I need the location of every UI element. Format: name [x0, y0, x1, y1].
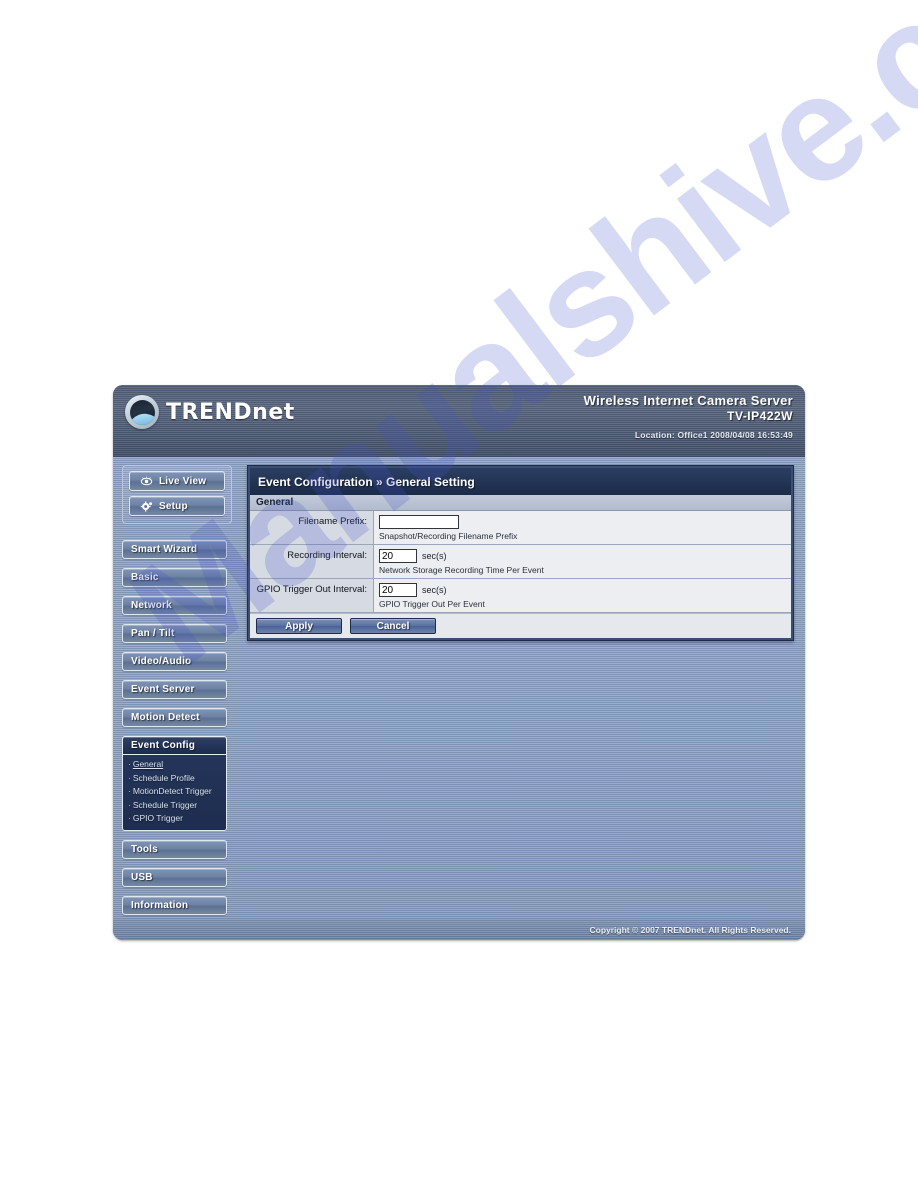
sidebar-item-label: USB — [131, 871, 153, 883]
sidebar-item-label: Setup — [159, 500, 188, 512]
sidebar-submenu-event-config: · General · Schedule Profile · MotionDetect… — [122, 755, 227, 831]
device-ui-shell: TRENDnet Wireless Internet Camera Server… — [113, 385, 805, 940]
page-title: Event Configuration » General Setting — [250, 468, 791, 495]
field-area: sec(s) Network Storage Recording Time Pe… — [374, 545, 791, 578]
submenu-item-schedule-profile[interactable]: · Schedule Profile — [128, 772, 226, 786]
recording-interval-input[interactable] — [379, 549, 417, 563]
settings-panel: Event Configuration » General Setting Ge… — [247, 465, 794, 641]
gear-icon — [140, 500, 153, 512]
submenu-item-motiondetect-trigger[interactable]: · MotionDetect Trigger — [128, 785, 226, 799]
sidebar-item-label: Smart Wizard — [131, 544, 198, 555]
field-label: Filename Prefix: — [250, 511, 374, 544]
page-footer: Copyright © 2007 TRENDnet. All Rights Re… — [113, 919, 805, 940]
filename-prefix-input[interactable] — [379, 515, 459, 529]
banner-info: Wireless Internet Camera Server TV-IP422… — [584, 393, 793, 440]
bullet-icon: · — [128, 759, 131, 769]
sidebar-item-motion-detect[interactable]: Motion Detect — [122, 708, 227, 727]
sidebar-item-usb[interactable]: USB — [122, 867, 227, 887]
sidebar-nav: Live View Setup Smart Wizard Basic Netwo… — [113, 457, 244, 919]
eye-icon — [140, 475, 153, 485]
sidebar-item-label: Video/Audio — [131, 656, 192, 667]
main-content: Event Configuration » General Setting Ge… — [244, 457, 805, 919]
field-label: GPIO Trigger Out Interval: — [250, 579, 374, 612]
page-title-text: Event Configuration » General Setting — [258, 474, 475, 489]
submenu-item-label: Schedule Trigger — [132, 799, 198, 810]
sidebar-item-label: Pan / Tilt — [131, 628, 175, 639]
sidebar-item-label: Network — [131, 600, 172, 611]
sidebar-item-label: Basic — [131, 572, 159, 583]
sidebar-item-label: Information — [131, 899, 189, 911]
field-unit: sec(s) — [422, 585, 447, 595]
submenu-item-schedule-trigger[interactable]: · Schedule Trigger — [128, 799, 226, 813]
brand-name-lower: net — [252, 399, 295, 425]
location-datetime: Location: Office1 2008/04/08 16:53:49 — [634, 430, 793, 440]
camera-web-page: TRENDnet Wireless Internet Camera Server… — [113, 385, 805, 940]
submenu-item-label: MotionDetect Trigger — [132, 786, 212, 796]
sidebar-item-label: Tools — [131, 843, 158, 855]
copyright-text: Copyright © 2007 TRENDnet. All Rights Re… — [589, 924, 792, 935]
cancel-button[interactable]: Cancel — [350, 618, 436, 634]
field-hint: Snapshot/Recording Filename Prefix — [379, 531, 518, 541]
brand-name: TRENDnet — [166, 400, 295, 425]
sidebar-item-tools[interactable]: Tools — [122, 839, 227, 859]
bullet-icon: · — [128, 799, 131, 810]
bullet-icon: · — [128, 813, 131, 823]
section-header-general: General — [250, 495, 791, 511]
sidebar-item-basic[interactable]: Basic — [122, 568, 227, 587]
form-row-filename-prefix: Filename Prefix: Snapshot/Recording File… — [250, 511, 791, 545]
product-title: Wireless Internet Camera Server — [583, 393, 793, 408]
submenu-item-general[interactable]: · General — [128, 758, 226, 772]
field-area: sec(s) GPIO Trigger Out Per Event — [374, 579, 791, 612]
page-banner: TRENDnet Wireless Internet Camera Server… — [113, 385, 805, 457]
sidebar-item-label: Event Config — [131, 740, 196, 751]
form-row-gpio-trigger-out-interval: GPIO Trigger Out Interval: sec(s) GPIO T… — [250, 579, 791, 613]
sidebar-item-label: Event Server — [131, 684, 195, 695]
sidebar-item-live-view[interactable]: Live View — [129, 471, 225, 491]
submenu-item-label: GPIO Trigger — [132, 813, 183, 823]
brand-name-upper: TREND — [166, 399, 253, 425]
bullet-icon: · — [128, 772, 131, 783]
field-area: Snapshot/Recording Filename Prefix — [374, 511, 791, 544]
submenu-item-label: General — [132, 759, 164, 769]
sidebar-item-setup[interactable]: Setup — [129, 496, 225, 516]
sidebar-item-label: Live View — [159, 475, 207, 487]
page-body: Live View Setup Smart Wizard Basic Netwo… — [113, 457, 805, 919]
submenu-item-label: Schedule Profile — [132, 772, 195, 783]
gpio-trigger-out-interval-input[interactable] — [379, 583, 417, 597]
field-hint: GPIO Trigger Out Per Event — [379, 599, 485, 609]
form-row-recording-interval: Recording Interval: sec(s) Network Stora… — [250, 545, 791, 579]
sidebar-item-pan-tilt[interactable]: Pan / Tilt — [122, 624, 227, 643]
globe-icon — [125, 395, 159, 429]
form-actions: Apply Cancel — [250, 613, 791, 638]
section-header-label: General — [256, 497, 294, 508]
sidebar-item-label: Motion Detect — [131, 712, 200, 723]
sidebar-item-event-server[interactable]: Event Server — [122, 680, 227, 699]
field-label: Recording Interval: — [250, 545, 374, 578]
sidebar-item-network[interactable]: Network — [122, 596, 227, 615]
product-model: TV-IP422W — [727, 409, 793, 423]
sidebar-item-event-config[interactable]: Event Config — [122, 736, 227, 755]
field-hint: Network Storage Recording Time Per Event — [379, 565, 544, 575]
mode-button-group: Live View Setup — [122, 465, 232, 524]
field-unit: sec(s) — [422, 551, 447, 561]
sidebar-item-information[interactable]: Information — [122, 895, 227, 915]
sidebar-item-smart-wizard[interactable]: Smart Wizard — [122, 540, 227, 559]
brand-logo: TRENDnet — [125, 395, 295, 429]
submenu-item-gpio-trigger[interactable]: · GPIO Trigger — [128, 812, 226, 826]
sidebar-item-video-audio[interactable]: Video/Audio — [122, 652, 227, 671]
apply-button[interactable]: Apply — [256, 618, 342, 634]
bullet-icon: · — [128, 786, 131, 796]
